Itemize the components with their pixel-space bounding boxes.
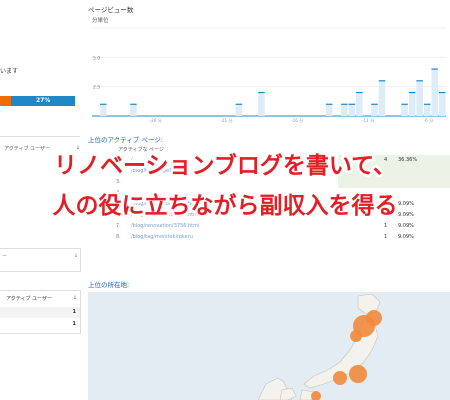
x-tick-label: -11 分 bbox=[362, 117, 375, 124]
y-tick-label: 2.5 bbox=[93, 85, 100, 91]
top-locations-title: 上位の所在地: bbox=[88, 281, 130, 289]
chart-bar bbox=[416, 80, 423, 116]
chart-bar bbox=[235, 104, 243, 116]
x-tick-label: -6 分 bbox=[423, 117, 434, 124]
headline-line-1: リノベーションブログを書いて、 bbox=[53, 153, 396, 179]
left-card-dash: ー bbox=[2, 254, 8, 260]
chart-bar bbox=[408, 92, 416, 116]
location-marker bbox=[349, 365, 367, 383]
device-share-percent: 27% bbox=[36, 97, 51, 104]
chart-unit-label: 分単位 bbox=[92, 18, 109, 24]
chart-bar bbox=[401, 104, 408, 116]
pageviews-chart: 5.0 2.5 -26 分 -21 分 -16 分 -11 分 -6 分 bbox=[92, 27, 446, 124]
divider bbox=[0, 136, 80, 137]
left-users-table-header: アクティブ ユーザー bbox=[6, 296, 52, 302]
row-active-count: 1 bbox=[384, 223, 388, 229]
device-share-orange-segment bbox=[0, 96, 11, 106]
row-number: 7. bbox=[116, 223, 121, 229]
chart-bar bbox=[378, 80, 386, 116]
location-marker bbox=[350, 330, 362, 342]
row-percent: 9.09% bbox=[398, 223, 414, 229]
chart-bar bbox=[130, 104, 137, 116]
x-tick-label: -21 分 bbox=[220, 117, 233, 124]
chart-bar bbox=[325, 104, 333, 116]
sort-down-icon[interactable]: ↓ bbox=[74, 253, 78, 259]
row-percent: 9.09% bbox=[398, 234, 414, 240]
left-users-table: アクティブ ユーザー ↓ 1 1 bbox=[0, 290, 81, 334]
table-row: 1 bbox=[0, 307, 80, 318]
active-users-text: います bbox=[0, 68, 19, 75]
chart-bar bbox=[100, 104, 107, 116]
table-row: 1 bbox=[0, 319, 80, 330]
chart-bar bbox=[341, 104, 348, 116]
table-row[interactable]: 7. /blog/renovation/3756.html 1 9.09% bbox=[88, 221, 450, 232]
headline-line-2: 人の役に立ちながら副収入を得る bbox=[52, 193, 398, 219]
chart-bar bbox=[258, 92, 265, 116]
chart-bar bbox=[371, 104, 378, 116]
chart-bar bbox=[348, 104, 356, 116]
location-marker bbox=[333, 371, 347, 385]
chart-bar bbox=[438, 92, 446, 116]
chart-bar bbox=[356, 92, 363, 116]
page-link[interactable]: /blog/renovation/3756.html bbox=[131, 223, 199, 229]
row-value: 1 bbox=[72, 321, 76, 327]
chart-title: ページビュー数 bbox=[88, 6, 134, 14]
row-number: 8. bbox=[116, 234, 121, 240]
x-tick-label: -26 分 bbox=[150, 117, 163, 124]
x-tick-label: -16 分 bbox=[291, 117, 304, 124]
row-active-count: 1 bbox=[384, 234, 388, 240]
table-row[interactable]: 8. /blog/tag/monitekirokeru 1 9.09% bbox=[88, 232, 450, 243]
page-link[interactable]: /blog/tag/monitekirokeru bbox=[131, 234, 193, 240]
locations-map[interactable] bbox=[88, 292, 450, 400]
y-tick-label: 5.0 bbox=[93, 55, 100, 61]
chart-bar bbox=[423, 104, 431, 116]
device-share-bar: 27% bbox=[0, 96, 75, 106]
left-card: ー ↓ bbox=[0, 248, 81, 272]
row-value: 1 bbox=[72, 309, 76, 315]
sort-down-icon[interactable]: ↓ bbox=[73, 295, 77, 301]
chart-bar bbox=[431, 69, 438, 116]
